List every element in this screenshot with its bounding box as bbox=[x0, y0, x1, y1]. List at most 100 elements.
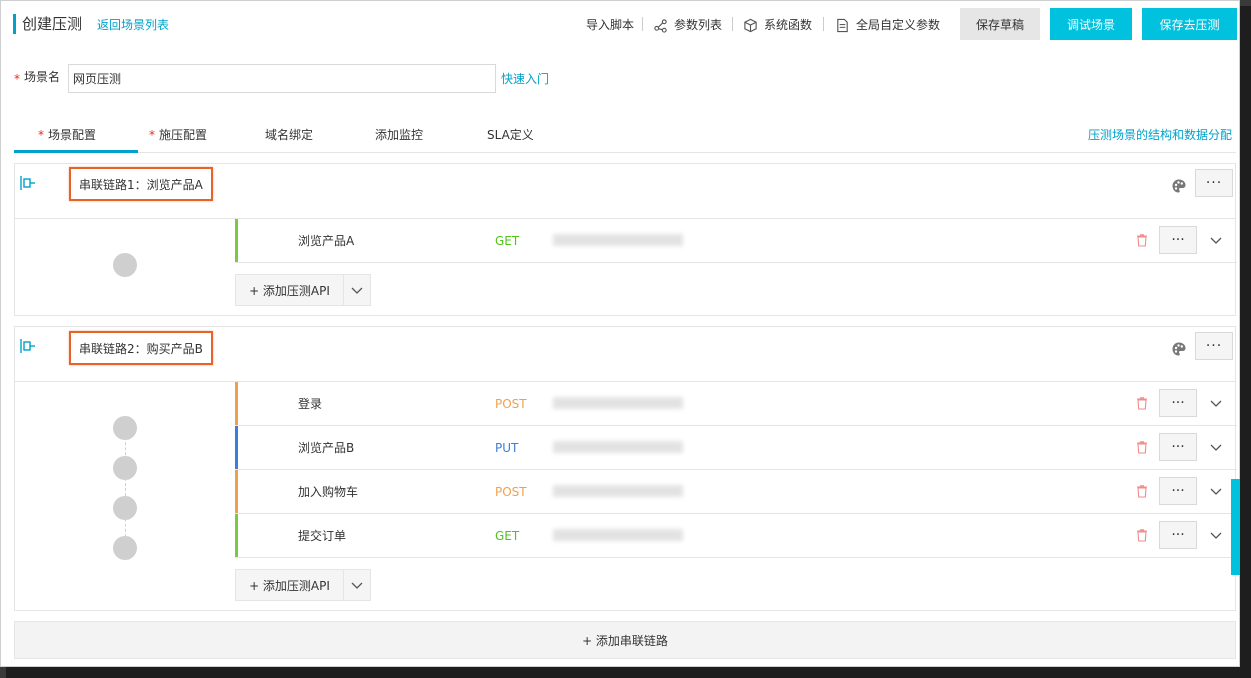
app-window: 创建压测 返回场景列表 导入脚本 参数列表 系统函数 全局自定义参数 保存草稿 … bbox=[0, 0, 1241, 667]
chevron-down-icon[interactable] bbox=[1209, 440, 1223, 454]
api-row[interactable]: 提交订单 GET ··· bbox=[235, 514, 1237, 558]
import-script-button[interactable]: 导入脚本 bbox=[586, 17, 634, 33]
api-more-button[interactable]: ··· bbox=[1159, 226, 1197, 254]
api-method: POST bbox=[495, 397, 527, 411]
method-accent-bar bbox=[235, 426, 238, 469]
api-url-redacted bbox=[553, 485, 683, 497]
chevron-down-icon[interactable] bbox=[1209, 528, 1223, 542]
chain-title[interactable]: 串联链路2：购买产品B bbox=[69, 331, 213, 365]
api-name: 登录 bbox=[298, 397, 323, 411]
api-url-redacted bbox=[553, 397, 683, 409]
api-more-button[interactable]: ··· bbox=[1159, 521, 1197, 549]
tab-scene-config[interactable]: * 场景配置 bbox=[38, 127, 96, 143]
api-name: 提交订单 bbox=[298, 529, 347, 543]
api-row[interactable]: 登录 POST ··· bbox=[235, 382, 1237, 426]
chain-more-button[interactable]: ··· bbox=[1195, 169, 1233, 197]
share-nodes-icon bbox=[654, 18, 667, 33]
add-api-label: + 添加压测API bbox=[236, 570, 344, 600]
api-node bbox=[113, 496, 137, 520]
palette-icon[interactable] bbox=[1171, 178, 1187, 194]
method-accent-bar bbox=[235, 470, 238, 513]
chain-more-button[interactable]: ··· bbox=[1195, 332, 1233, 360]
api-url-redacted bbox=[553, 234, 683, 246]
title-accent-bar bbox=[13, 14, 16, 34]
add-api-button[interactable]: + 添加压测API bbox=[235, 274, 371, 306]
api-name: 加入购物车 bbox=[298, 485, 359, 499]
api-more-button[interactable]: ··· bbox=[1159, 389, 1197, 417]
required-marker: * bbox=[14, 72, 20, 86]
api-url-redacted bbox=[553, 529, 683, 541]
page-title: 创建压测 bbox=[22, 15, 83, 33]
quick-start-link[interactable]: 快速入门 bbox=[501, 71, 549, 87]
api-node bbox=[113, 416, 137, 440]
chevron-down-icon bbox=[351, 287, 363, 294]
api-node bbox=[113, 253, 137, 277]
document-edit-icon bbox=[837, 18, 848, 32]
chevron-down-icon[interactable] bbox=[1209, 233, 1223, 247]
api-row[interactable]: 浏览产品B PUT ··· bbox=[235, 426, 1237, 470]
api-node bbox=[113, 536, 137, 560]
api-method: GET bbox=[495, 234, 520, 248]
add-serial-chain-button[interactable]: + 添加串联链路 bbox=[14, 621, 1236, 659]
api-row[interactable]: 浏览产品A GET ··· bbox=[235, 219, 1237, 263]
api-method: PUT bbox=[495, 441, 519, 455]
param-list-label: 参数列表 bbox=[674, 18, 723, 32]
add-api-dropdown[interactable] bbox=[344, 283, 370, 297]
api-method: GET bbox=[495, 529, 520, 543]
scene-name-input[interactable] bbox=[68, 64, 496, 93]
tab-domain-binding[interactable]: 域名绑定 bbox=[265, 127, 313, 143]
add-api-label: + 添加压测API bbox=[236, 275, 344, 305]
scene-name-label: 场景名 bbox=[24, 70, 61, 84]
active-tab-indicator bbox=[14, 150, 138, 153]
api-method: POST bbox=[495, 485, 527, 499]
api-name: 浏览产品A bbox=[298, 234, 355, 248]
toolbar-divider bbox=[642, 17, 643, 31]
api-more-button[interactable]: ··· bbox=[1159, 433, 1197, 461]
save-and-test-button[interactable]: 保存去压测 bbox=[1142, 8, 1237, 40]
system-functions-label: 系统函数 bbox=[764, 18, 813, 32]
trash-icon[interactable] bbox=[1135, 484, 1149, 498]
chevron-down-icon[interactable] bbox=[1209, 484, 1223, 498]
method-accent-bar bbox=[235, 514, 238, 557]
add-api-button[interactable]: + 添加压测API bbox=[235, 569, 371, 601]
tab-load-config[interactable]: * 施压配置 bbox=[149, 127, 207, 143]
window-shadow bbox=[6, 667, 1251, 678]
back-to-scene-list-link[interactable]: 返回场景列表 bbox=[97, 17, 169, 33]
add-api-dropdown[interactable] bbox=[344, 578, 370, 592]
api-row[interactable]: 加入购物车 POST ··· bbox=[235, 470, 1237, 514]
system-functions-button[interactable]: 系统函数 bbox=[743, 17, 812, 33]
cube-icon bbox=[744, 18, 757, 32]
api-url-redacted bbox=[553, 441, 683, 453]
serial-link-icon bbox=[20, 339, 35, 353]
toolbar-divider bbox=[823, 17, 824, 31]
tabs-divider bbox=[14, 152, 1236, 153]
api-more-button[interactable]: ··· bbox=[1159, 477, 1197, 505]
chain-panel-2: 串联链路2：购买产品B ··· 登录 POST ··· 浏览产品B PUT ·· bbox=[14, 326, 1237, 611]
node-connector bbox=[125, 427, 126, 547]
save-draft-button[interactable]: 保存草稿 bbox=[960, 8, 1040, 40]
global-custom-params-button[interactable]: 全局自定义参数 bbox=[835, 17, 940, 33]
import-script-label: 导入脚本 bbox=[586, 18, 635, 32]
tab-label: 场景配置 bbox=[48, 128, 97, 142]
chain-panel-1: 串联链路1：浏览产品A ··· 浏览产品A GET ··· + 添加压测API bbox=[14, 163, 1237, 316]
scene-structure-help-link[interactable]: 压测场景的结构和数据分配 bbox=[1088, 127, 1232, 143]
trash-icon[interactable] bbox=[1135, 233, 1149, 247]
trash-icon[interactable] bbox=[1135, 528, 1149, 542]
method-accent-bar bbox=[235, 382, 238, 425]
global-custom-params-label: 全局自定义参数 bbox=[856, 18, 941, 32]
tab-label: 施压配置 bbox=[159, 128, 208, 142]
serial-link-icon bbox=[20, 176, 35, 190]
palette-icon[interactable] bbox=[1171, 341, 1187, 357]
chain-title[interactable]: 串联链路1：浏览产品A bbox=[69, 167, 213, 201]
api-name: 浏览产品B bbox=[298, 441, 355, 455]
chevron-down-icon[interactable] bbox=[1209, 396, 1223, 410]
tab-sla-definition[interactable]: SLA定义 bbox=[487, 127, 534, 143]
debug-scene-button[interactable]: 调试场景 bbox=[1050, 8, 1132, 40]
tab-add-monitor[interactable]: 添加监控 bbox=[375, 127, 423, 143]
trash-icon[interactable] bbox=[1135, 396, 1149, 410]
window-shadow bbox=[1240, 6, 1251, 678]
trash-icon[interactable] bbox=[1135, 440, 1149, 454]
param-list-button[interactable]: 参数列表 bbox=[653, 17, 722, 33]
api-node bbox=[113, 456, 137, 480]
method-accent-bar bbox=[235, 219, 238, 262]
